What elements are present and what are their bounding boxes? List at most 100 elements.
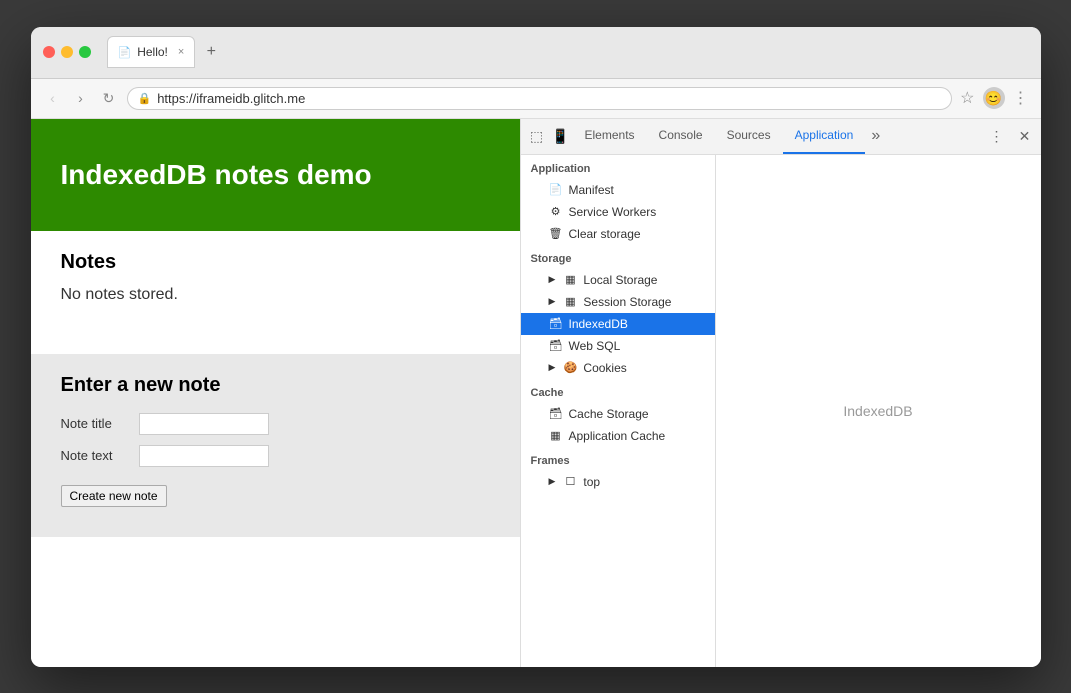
tab-sources[interactable]: Sources <box>715 119 783 154</box>
reload-icon: ↻ <box>103 90 115 107</box>
sidebar-item-top-label: top <box>583 475 600 489</box>
device-icon: 📱 <box>552 128 569 145</box>
sidebar-item-cookies-label: Cookies <box>583 361 626 375</box>
more-tabs-button[interactable]: » <box>865 127 886 145</box>
devtools-more-icon: ⋮ <box>990 128 1004 145</box>
tab-console-label: Console <box>659 128 703 142</box>
tab-elements[interactable]: Elements <box>573 119 647 154</box>
menu-icon[interactable]: ⋮ <box>1013 88 1029 108</box>
tab-favicon: 📄 <box>118 46 132 59</box>
tab-close-button[interactable]: × <box>178 46 184 58</box>
url-text: https://iframeidb.glitch.me <box>157 91 305 106</box>
devtools-close-icon: ✕ <box>1019 128 1031 145</box>
sidebar-item-application-cache[interactable]: ▦ Application Cache <box>521 425 715 447</box>
sidebar-item-web-sql[interactable]: 🗃 Web SQL <box>521 335 715 357</box>
sidebar-item-clear-storage-label: Clear storage <box>569 227 641 241</box>
note-text-input[interactable] <box>139 445 269 467</box>
tab-application[interactable]: Application <box>783 119 866 154</box>
top-arrow: ▶ <box>549 476 556 487</box>
devtools-close-button[interactable]: ✕ <box>1013 124 1037 148</box>
local-storage-arrow: ▶ <box>549 274 556 285</box>
device-mode-button[interactable]: 📱 <box>549 124 573 148</box>
inspect-icon: ⬚ <box>530 128 543 145</box>
inspect-element-button[interactable]: ⬚ <box>525 124 549 148</box>
cache-section-label: Cache <box>521 379 715 403</box>
tab-application-label: Application <box>795 128 854 142</box>
sidebar-item-service-workers[interactable]: ⚙ Service Workers <box>521 201 715 223</box>
create-note-button[interactable]: Create new note <box>61 485 167 507</box>
top-icon: ☐ <box>563 475 577 488</box>
back-button[interactable]: ‹ <box>43 88 63 108</box>
local-storage-icon: ▦ <box>563 273 577 286</box>
avatar[interactable]: 😊 <box>983 87 1005 109</box>
title-bar: 📄 Hello! × + <box>31 27 1041 79</box>
note-title-label: Note title <box>61 416 131 431</box>
tab-elements-label: Elements <box>585 128 635 142</box>
back-icon: ‹ <box>50 90 55 106</box>
bookmark-icon[interactable]: ☆ <box>960 88 974 108</box>
devtools-main-content: IndexedDB <box>716 155 1041 667</box>
main-area: IndexedDB notes demo Notes No notes stor… <box>31 119 1041 667</box>
devtools-more-button[interactable]: ⋮ <box>985 124 1009 148</box>
maximize-button[interactable] <box>79 46 91 58</box>
form-heading: Enter a new note <box>61 374 490 397</box>
cookies-arrow: ▶ <box>549 362 556 373</box>
url-bar[interactable]: 🔒 https://iframeidb.glitch.me <box>127 87 953 110</box>
devtools-sidebar: Application 📄 Manifest ⚙ Service Workers… <box>521 155 716 667</box>
note-title-row: Note title <box>61 413 490 435</box>
indexeddb-placeholder: IndexedDB <box>843 403 912 419</box>
cache-storage-icon: 🗃 <box>549 407 563 420</box>
reload-button[interactable]: ↻ <box>99 88 119 108</box>
webpage-preview: IndexedDB notes demo Notes No notes stor… <box>31 119 521 667</box>
lock-icon: 🔒 <box>138 92 152 105</box>
devtools-body: Application 📄 Manifest ⚙ Service Workers… <box>521 155 1041 667</box>
sidebar-item-local-storage[interactable]: ▶ ▦ Local Storage <box>521 269 715 291</box>
session-storage-icon: ▦ <box>563 295 577 308</box>
note-text-row: Note text <box>61 445 490 467</box>
forward-icon: › <box>78 90 83 106</box>
sidebar-item-application-cache-label: Application Cache <box>569 429 666 443</box>
note-title-input[interactable] <box>139 413 269 435</box>
sidebar-item-manifest-label: Manifest <box>569 183 614 197</box>
sidebar-item-local-storage-label: Local Storage <box>583 273 657 287</box>
sidebar-item-top[interactable]: ▶ ☐ top <box>521 471 715 493</box>
tab-label: Hello! <box>137 45 168 59</box>
sidebar-item-indexeddb[interactable]: 🗃 IndexedDB <box>521 313 715 335</box>
devtools-tab-bar: ⬚ 📱 Elements Console Sources Application… <box>521 119 1041 155</box>
clear-storage-icon: 🗑 <box>549 227 563 240</box>
sidebar-item-manifest[interactable]: 📄 Manifest <box>521 179 715 201</box>
devtools-panel: ⬚ 📱 Elements Console Sources Application… <box>521 119 1041 667</box>
webpage-header: IndexedDB notes demo <box>31 119 520 231</box>
sidebar-item-clear-storage[interactable]: 🗑 Clear storage <box>521 223 715 245</box>
forward-button[interactable]: › <box>71 88 91 108</box>
session-storage-arrow: ▶ <box>549 296 556 307</box>
tab-sources-label: Sources <box>727 128 771 142</box>
address-actions: ☆ 😊 ⋮ <box>960 87 1028 109</box>
close-button[interactable] <box>43 46 55 58</box>
storage-section-label: Storage <box>521 245 715 269</box>
application-section-label: Application <box>521 155 715 179</box>
frames-section-label: Frames <box>521 447 715 471</box>
indexeddb-icon: 🗃 <box>549 317 563 330</box>
sidebar-item-session-storage-label: Session Storage <box>583 295 671 309</box>
sidebar-item-cache-storage[interactable]: 🗃 Cache Storage <box>521 403 715 425</box>
service-workers-icon: ⚙ <box>549 205 563 218</box>
tab-console[interactable]: Console <box>647 119 715 154</box>
sidebar-item-cache-storage-label: Cache Storage <box>569 407 649 421</box>
webpage-body: Notes No notes stored. <box>31 231 520 344</box>
new-tab-button[interactable]: + <box>199 40 223 64</box>
sidebar-item-indexeddb-label: IndexedDB <box>569 317 628 331</box>
webpage-title: IndexedDB notes demo <box>61 159 490 191</box>
sidebar-item-session-storage[interactable]: ▶ ▦ Session Storage <box>521 291 715 313</box>
browser-window: 📄 Hello! × + ‹ › ↻ 🔒 https://iframeidb.g… <box>31 27 1041 667</box>
browser-tab[interactable]: 📄 Hello! × <box>107 36 196 68</box>
minimize-button[interactable] <box>61 46 73 58</box>
manifest-icon: 📄 <box>549 183 563 196</box>
sidebar-item-cookies[interactable]: ▶ 🍪 Cookies <box>521 357 715 379</box>
sidebar-item-web-sql-label: Web SQL <box>569 339 621 353</box>
devtools-actions: ⋮ ✕ <box>985 124 1037 148</box>
cookies-icon: 🍪 <box>563 361 577 374</box>
address-bar: ‹ › ↻ 🔒 https://iframeidb.glitch.me ☆ 😊 … <box>31 79 1041 119</box>
application-cache-icon: ▦ <box>549 429 563 442</box>
no-notes-text: No notes stored. <box>61 286 490 304</box>
